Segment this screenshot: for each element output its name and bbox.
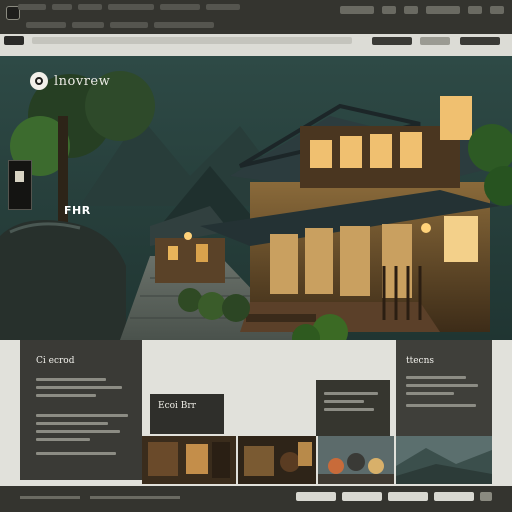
info-panel-right: ttecns: [396, 340, 492, 438]
home-icon[interactable]: [4, 36, 24, 45]
top-menu: [18, 4, 240, 10]
text-line: [324, 392, 378, 395]
footer-text: [90, 496, 180, 499]
panel-title: Ci ecrod: [36, 356, 75, 366]
address-button[interactable]: [460, 37, 500, 45]
sub-menu-item[interactable]: [26, 22, 66, 28]
circle-logo-icon: [30, 72, 48, 90]
text-line: [36, 422, 108, 425]
footer-button[interactable]: [296, 492, 336, 501]
menu-item[interactable]: [78, 4, 102, 10]
caption-text: Ecoi Brr: [158, 401, 196, 411]
text-line: [36, 438, 90, 441]
menu-icon[interactable]: [480, 492, 492, 501]
address-button[interactable]: [420, 37, 450, 45]
thumbnail-image: [238, 436, 316, 484]
search-control[interactable]: [340, 6, 374, 14]
menu-item[interactable]: [160, 4, 200, 10]
sub-menu: [26, 22, 214, 28]
menu-item[interactable]: [52, 4, 72, 10]
top-navigation: [0, 0, 512, 34]
menu-item[interactable]: [108, 4, 154, 10]
url-field[interactable]: [32, 37, 352, 44]
control-button[interactable]: [490, 6, 504, 14]
control-button[interactable]: [404, 6, 418, 14]
gallery-thumbnail[interactable]: [238, 436, 316, 484]
text-line: [324, 400, 364, 403]
text-line: [406, 384, 478, 387]
caption-card[interactable]: [150, 394, 224, 434]
detail-card[interactable]: [316, 380, 390, 436]
hero-illustration: [0, 56, 512, 340]
account-control[interactable]: [426, 6, 460, 14]
sub-menu-item[interactable]: [110, 22, 148, 28]
lantern-sign-icon: [8, 160, 32, 210]
address-bar: [0, 34, 512, 48]
thumbnail-image: [318, 436, 394, 484]
panel-title: ttecns: [406, 356, 435, 366]
text-line: [36, 414, 128, 417]
sub-menu-item[interactable]: [154, 22, 214, 28]
address-button[interactable]: [372, 37, 412, 45]
thumbnail-image: [396, 436, 492, 484]
text-line: [406, 392, 454, 395]
hero-tag: FHR: [64, 204, 91, 217]
menu-item[interactable]: [18, 4, 46, 10]
footer-text: [20, 496, 80, 499]
text-line: [36, 394, 96, 397]
menu-item[interactable]: [206, 4, 240, 10]
brand[interactable]: lnovrew: [30, 72, 110, 90]
toolbar-spacer: [0, 48, 512, 56]
text-line: [36, 452, 116, 455]
text-line: [324, 408, 374, 411]
text-line: [406, 404, 476, 407]
footer-button[interactable]: [342, 492, 382, 501]
thumbnail-image: [142, 436, 236, 484]
gallery-thumbnail[interactable]: [318, 436, 394, 484]
info-panel-left: Ci ecrod: [20, 340, 142, 480]
text-line: [36, 386, 122, 389]
hero-banner: [0, 56, 512, 340]
text-line: [36, 378, 106, 381]
footer-button[interactable]: [388, 492, 428, 501]
app-window: lnovrew FHR Ci ecrod ttecns Ecoi Brr: [0, 0, 512, 512]
footer-button[interactable]: [434, 492, 474, 501]
gallery-thumbnail[interactable]: [142, 436, 236, 484]
brand-name: lnovrew: [54, 73, 111, 89]
window-controls: [340, 6, 504, 14]
text-line: [406, 376, 466, 379]
control-button[interactable]: [382, 6, 396, 14]
sub-menu-item[interactable]: [72, 22, 104, 28]
footer: [0, 486, 512, 512]
gallery-thumbnail[interactable]: [396, 436, 492, 484]
control-button[interactable]: [468, 6, 482, 14]
text-line: [36, 430, 120, 433]
